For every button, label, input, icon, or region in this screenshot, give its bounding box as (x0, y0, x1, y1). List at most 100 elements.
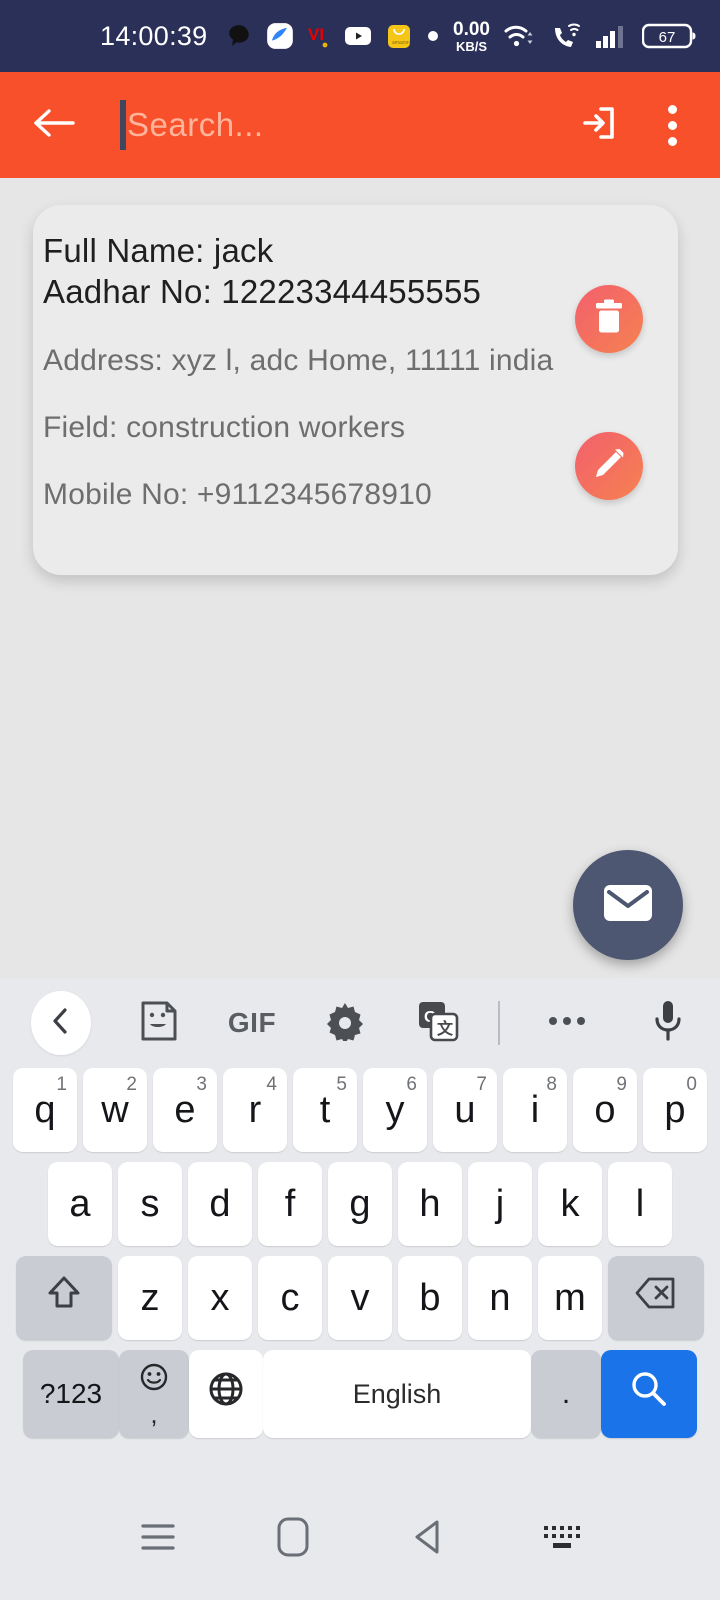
on-screen-keyboard: GIF G 文 (0, 978, 720, 1478)
key-r[interactable]: 4r (223, 1068, 287, 1152)
keyboard-settings-button[interactable] (310, 991, 379, 1055)
key-v[interactable]: v (328, 1256, 392, 1340)
key-f-label: f (284, 1182, 296, 1225)
key-t-hint: 5 (336, 1074, 347, 1095)
key-d[interactable]: d (188, 1162, 252, 1246)
more-dot-1 (667, 104, 677, 114)
svg-text:文: 文 (437, 1019, 454, 1038)
backspace-key[interactable] (608, 1256, 704, 1340)
settings-gear-icon (325, 1001, 365, 1046)
key-y-hint: 6 (406, 1074, 417, 1095)
worker-card-text: Full Name: jack Aadhar No: 1222334445555… (43, 231, 573, 513)
emoji-comma-key[interactable]: , (119, 1350, 189, 1438)
key-x[interactable]: x (188, 1256, 252, 1340)
status-notification-icons: VI amazon (226, 22, 440, 50)
key-z[interactable]: z (118, 1256, 182, 1340)
keyboard-more-button[interactable] (532, 991, 601, 1055)
key-b[interactable]: b (398, 1256, 462, 1340)
keyboard-row-4: ?123 , English . (4, 1350, 716, 1438)
gif-button[interactable]: GIF (218, 991, 287, 1055)
key-f[interactable]: f (258, 1162, 322, 1246)
keyboard-toolbar: GIF G 文 (0, 978, 720, 1068)
key-h[interactable]: h (398, 1162, 462, 1246)
key-y[interactable]: 6y (363, 1068, 427, 1152)
keyboard-back-button[interactable] (31, 991, 91, 1055)
home-button[interactable] (253, 1499, 333, 1579)
search-placeholder: Search... (127, 106, 264, 143)
key-j[interactable]: j (468, 1162, 532, 1246)
key-h-label: h (419, 1182, 441, 1225)
google-translate-icon: G 文 (417, 1000, 459, 1047)
phone-screen: 14:00:39 VI amazon 0.00 KB/S 67 Search..… (0, 0, 720, 1600)
language-switch-key[interactable] (189, 1350, 263, 1438)
key-n[interactable]: n (468, 1256, 532, 1340)
network-speed: 0.00 KB/S (453, 20, 490, 53)
voice-input-button[interactable] (633, 991, 702, 1055)
system-nav-bar (0, 1478, 720, 1600)
sticker-icon (140, 1000, 178, 1047)
space-key[interactable]: English (263, 1350, 531, 1438)
key-u-hint: 7 (476, 1074, 487, 1095)
home-icon (276, 1516, 310, 1563)
key-c-label: c (280, 1276, 300, 1319)
key-i-hint: 8 (546, 1074, 557, 1095)
more-dot-2 (667, 120, 677, 130)
key-l[interactable]: l (608, 1162, 672, 1246)
key-t[interactable]: 5t (293, 1068, 357, 1152)
key-p[interactable]: 0p (643, 1068, 707, 1152)
back-button[interactable] (24, 95, 84, 155)
language-globe-icon (207, 1370, 245, 1418)
login-icon (575, 99, 623, 152)
key-w-hint: 2 (126, 1074, 137, 1095)
key-s[interactable]: s (118, 1162, 182, 1246)
key-c[interactable]: c (258, 1256, 322, 1340)
key-u[interactable]: 7u (433, 1068, 497, 1152)
edit-button[interactable] (575, 432, 643, 500)
translate-button[interactable]: G 文 (403, 991, 472, 1055)
back-arrow-icon (31, 103, 77, 148)
status-right-icons: 0.00 KB/S 67 (453, 20, 698, 53)
numeric-mode-key[interactable]: ?123 (23, 1350, 119, 1438)
key-m[interactable]: m (538, 1256, 602, 1340)
keyboard-row-3: z x c v b n m (4, 1256, 716, 1340)
hide-keyboard-button[interactable] (523, 1499, 603, 1579)
shift-icon (46, 1274, 82, 1322)
search-input[interactable]: Search... (120, 95, 568, 155)
mail-fab-button[interactable] (573, 850, 683, 960)
key-o-hint: 9 (616, 1074, 627, 1095)
back-icon (410, 1517, 446, 1562)
delete-button[interactable] (575, 285, 643, 353)
worker-card[interactable]: Full Name: jack Aadhar No: 1222334445555… (33, 205, 678, 575)
key-o[interactable]: 9o (573, 1068, 637, 1152)
key-q-hint: 1 (56, 1074, 67, 1095)
key-g[interactable]: g (328, 1162, 392, 1246)
key-e[interactable]: 3e (153, 1068, 217, 1152)
sticker-button[interactable] (125, 991, 194, 1055)
key-a[interactable]: a (48, 1162, 112, 1246)
key-s-label: s (140, 1182, 160, 1225)
key-r-label: r (248, 1088, 262, 1131)
key-q[interactable]: 1q (13, 1068, 77, 1152)
overflow-menu-button[interactable] (648, 94, 696, 156)
period-key-label: . (561, 1377, 571, 1410)
login-button[interactable] (568, 94, 630, 156)
mail-icon (602, 882, 654, 929)
keyboard-rows: 1q 2w 3e 4r 5t 6y 7u 8i 9o 0p a s d f g … (0, 1068, 720, 1438)
key-j-label: j (495, 1182, 505, 1225)
key-i[interactable]: 8i (503, 1068, 567, 1152)
key-o-label: o (594, 1088, 616, 1131)
nav-back-button[interactable] (388, 1499, 468, 1579)
key-k[interactable]: k (538, 1162, 602, 1246)
search-enter-key[interactable] (601, 1350, 697, 1438)
svg-text:VI: VI (308, 25, 324, 44)
key-t-label: t (319, 1088, 331, 1131)
recents-button[interactable] (118, 1499, 198, 1579)
key-w[interactable]: 2w (83, 1068, 147, 1152)
recents-icon (138, 1520, 178, 1559)
signal-bars-icon (595, 22, 629, 50)
shift-key[interactable] (16, 1256, 112, 1340)
comma-label: , (150, 1399, 158, 1429)
key-a-label: a (69, 1182, 91, 1225)
key-y-label: y (385, 1088, 405, 1131)
period-key[interactable]: . (531, 1350, 601, 1438)
